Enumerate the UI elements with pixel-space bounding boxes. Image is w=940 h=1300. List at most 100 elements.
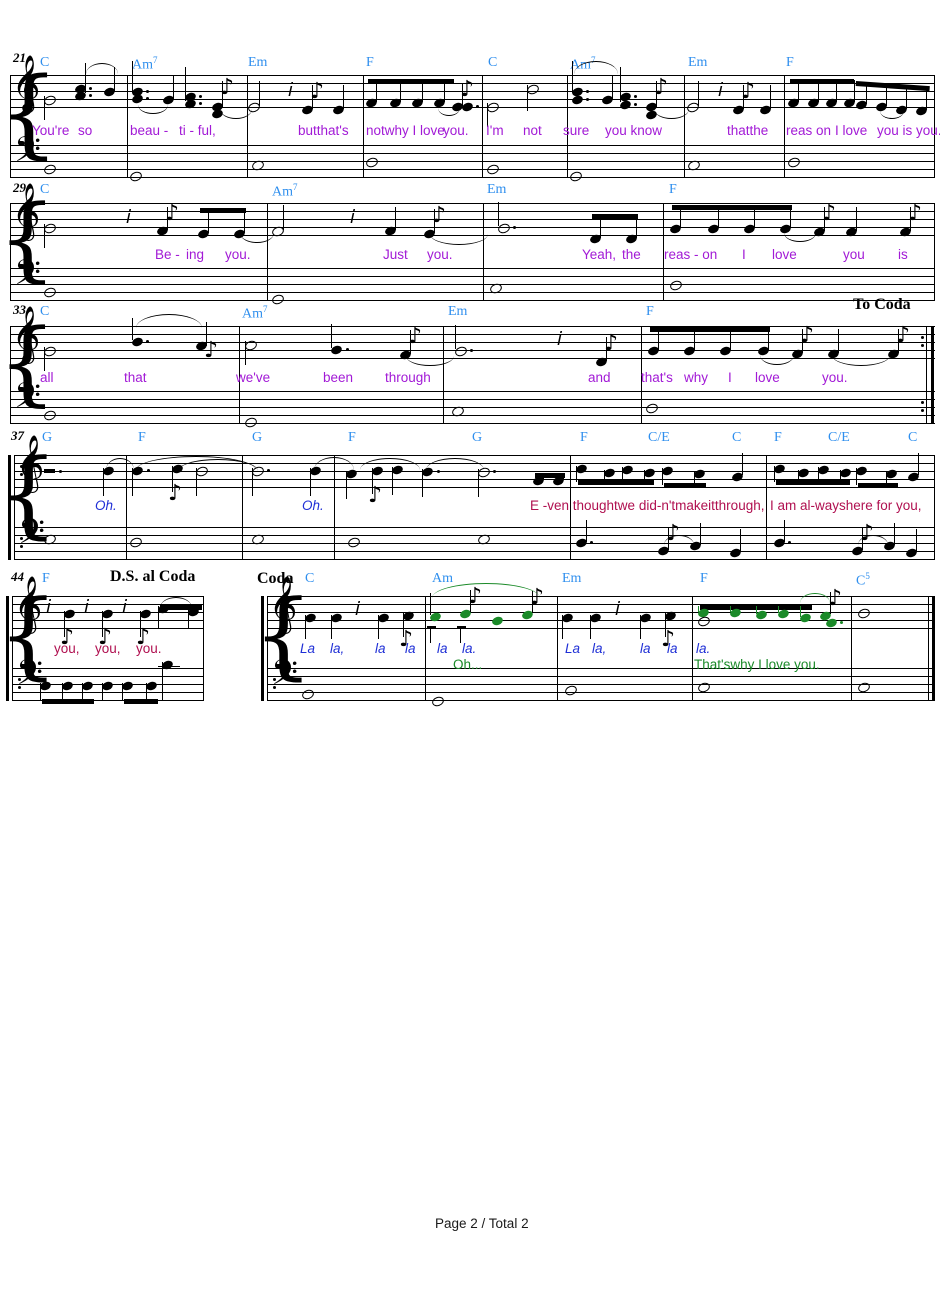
eighth-rest-icon: 𝑖	[288, 79, 294, 101]
repeat-dot	[20, 465, 23, 468]
augmentation-dot	[199, 102, 202, 105]
note-stem	[886, 85, 888, 106]
lyric-syllable: la	[375, 641, 386, 656]
note-flag-icon: ♪	[310, 79, 325, 104]
repeat-dot	[921, 336, 924, 339]
note-stem	[527, 85, 529, 111]
system-2: 29 { 𝄞 𝄢 C Am7 Em F 𝑖 ♪ 𝑖 ♪ ♪ ♪ Be - ing…	[0, 180, 940, 306]
augmentation-dot	[586, 90, 589, 93]
chord-symbol: C/E	[828, 430, 850, 445]
note-flag-icon: ♪	[408, 324, 423, 349]
bass-staff	[10, 268, 935, 301]
augmentation-dot	[788, 541, 791, 544]
note-flag-icon: ♪	[432, 203, 447, 228]
ds-al-coda-marking: D.S. al Coda	[110, 568, 196, 585]
lyric-syllable: that's	[641, 370, 673, 385]
eighth-rest-icon: 𝑖	[718, 79, 724, 101]
bass-staff	[267, 668, 935, 701]
lyric-line: Oh...	[453, 657, 483, 672]
chord-symbol: Em	[448, 304, 468, 319]
tie	[760, 355, 794, 365]
note-stem	[422, 80, 424, 102]
note-stem	[392, 467, 394, 495]
lyric-syllable: la.	[462, 641, 477, 656]
note-stem	[102, 683, 104, 701]
note-stem	[188, 609, 190, 629]
chord-symbol: C/E	[648, 430, 670, 445]
chord-symbol: F	[669, 182, 677, 197]
chord-symbol: F	[366, 55, 374, 70]
bass-staff	[14, 527, 935, 560]
treble-clef-icon: 𝄞	[269, 576, 298, 632]
note-stem	[343, 85, 345, 109]
note-stem	[244, 209, 246, 233]
note-stem	[926, 89, 928, 110]
lyric-syllable: Oh.	[95, 498, 117, 513]
note-stem	[798, 80, 800, 102]
note-stem	[798, 470, 800, 482]
barline	[10, 203, 11, 301]
note-stem	[700, 523, 702, 545]
repeat-dot	[921, 409, 924, 412]
note-stem	[44, 347, 46, 371]
note-stem	[856, 207, 858, 231]
note-stem	[770, 85, 772, 109]
note-stem	[836, 80, 838, 102]
chord-symbol: F	[646, 304, 654, 319]
note-stem	[378, 615, 380, 639]
lyric-syllable: you.	[136, 641, 162, 656]
note-stem	[800, 606, 802, 617]
treble-staff	[10, 203, 935, 236]
note-stem	[331, 324, 333, 348]
lyric-syllable: Yeah,	[582, 247, 617, 262]
beam	[457, 626, 466, 629]
note-stem	[818, 467, 820, 482]
note-stem	[478, 469, 480, 497]
note-stem	[305, 615, 307, 639]
barline	[784, 75, 785, 178]
lyric-syllable: notwhy I love	[366, 123, 445, 138]
lyric-syllable: beau -	[130, 123, 169, 138]
note-stem	[132, 61, 134, 93]
system-5: 44 D.S. al Coda Coda { 𝄞 𝄢 F 𝑖 ♪ 𝑖 ♪ 𝑖 ♪	[0, 565, 940, 715]
lyric-syllable: La	[565, 641, 581, 656]
repeat-dot	[921, 344, 924, 347]
bass-clef-icon: 𝄢	[18, 511, 46, 560]
lyric-syllable: la	[437, 641, 448, 656]
lyric-syllable: you know	[605, 123, 663, 138]
lyric-syllable: you,	[54, 641, 80, 656]
lyric-syllable: you,	[95, 641, 121, 656]
tie	[880, 111, 904, 119]
beam	[578, 480, 654, 485]
note-stem	[742, 453, 744, 475]
page-footer: Page 2 / Total 2	[435, 1216, 529, 1231]
repeat-start-barline	[261, 596, 264, 701]
note-stem	[894, 523, 896, 545]
chord-symbol: G	[42, 430, 53, 445]
augmentation-dot	[493, 470, 496, 473]
note-flag-icon: ♪	[741, 79, 756, 104]
phrase-slur	[800, 593, 830, 603]
lyric-syllable: through	[385, 370, 431, 385]
phrase-slur	[136, 314, 202, 328]
barline	[267, 203, 268, 301]
barline	[14, 455, 15, 560]
note-stem	[622, 467, 624, 482]
eighth-rest-icon: 𝑖	[355, 598, 361, 620]
barline	[247, 75, 248, 178]
chord-symbol: F	[786, 55, 794, 70]
bass-clef-icon: 𝄢	[16, 652, 44, 701]
note-stem	[400, 80, 402, 102]
note-stem	[331, 615, 333, 639]
augmentation-dot	[634, 103, 637, 106]
note-stem	[856, 468, 858, 485]
lyric-syllable: you.	[427, 247, 453, 262]
lyric-line: I am al-wayshere for you,	[770, 498, 922, 513]
augmentation-dot	[267, 469, 270, 472]
lyric-syllable: you.	[822, 370, 848, 385]
beam	[427, 626, 436, 629]
beam	[672, 205, 792, 210]
augmentation-dot	[437, 470, 440, 473]
note-flag-icon: ♪	[828, 586, 843, 611]
lyric-syllable: la,	[592, 641, 607, 656]
